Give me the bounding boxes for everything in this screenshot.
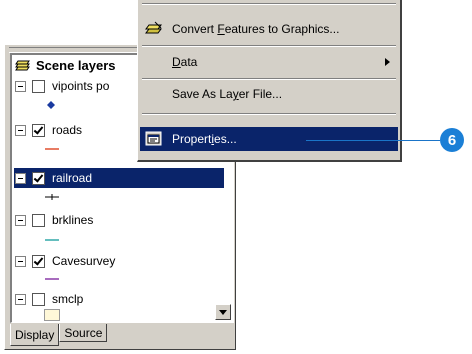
menu-separator bbox=[142, 78, 396, 80]
tab-display[interactable]: Display bbox=[10, 324, 60, 346]
menu-item-label: Data bbox=[172, 55, 198, 69]
menu-item-convert-features[interactable]: Convert Features to Graphics... bbox=[140, 17, 398, 41]
submenu-arrow-icon bbox=[385, 58, 390, 66]
layer-context-menu: Convert Features to Graphics... Data Sav… bbox=[137, 0, 402, 162]
scene-layers-group[interactable]: Scene layers bbox=[15, 56, 116, 74]
tab-source[interactable]: Source bbox=[59, 324, 108, 342]
collapse-toggle[interactable] bbox=[15, 214, 26, 226]
layer-visibility-checkbox[interactable] bbox=[32, 171, 45, 185]
layer-label: railroad bbox=[50, 170, 95, 186]
properties-icon bbox=[145, 131, 162, 146]
layer-label: brklines bbox=[52, 213, 94, 227]
menu-item-save-layer-file[interactable]: Save As Layer File... bbox=[140, 82, 398, 106]
fill-symbol-icon bbox=[44, 309, 60, 321]
layer-visibility-checkbox[interactable] bbox=[32, 292, 45, 306]
layer-label: vipoints po bbox=[52, 79, 110, 93]
layer-visibility-checkbox[interactable] bbox=[32, 254, 45, 268]
layer-label: roads bbox=[52, 123, 83, 137]
layer-label: smclp bbox=[52, 292, 84, 306]
layer-row-roads[interactable]: roads bbox=[15, 121, 82, 139]
menu-item-label: Properties... bbox=[172, 132, 237, 146]
point-symbol-icon bbox=[47, 101, 55, 109]
layer-row-brklines[interactable]: brklines bbox=[15, 211, 93, 229]
layer-visibility-checkbox[interactable] bbox=[32, 79, 45, 93]
menu-separator bbox=[142, 45, 396, 47]
layer-row-railroad[interactable]: railroad bbox=[15, 169, 95, 187]
scroll-down-button[interactable] bbox=[215, 304, 231, 320]
layer-visibility-checkbox[interactable] bbox=[32, 123, 45, 137]
scene-layers-icon bbox=[15, 60, 30, 71]
collapse-toggle[interactable] bbox=[15, 293, 26, 305]
menu-item-data[interactable]: Data bbox=[140, 50, 398, 74]
layer-label: Cavesurvey bbox=[52, 254, 116, 268]
collapse-toggle[interactable] bbox=[15, 172, 26, 184]
step-callout-badge: 6 bbox=[440, 128, 464, 152]
collapse-toggle[interactable] bbox=[15, 255, 26, 267]
toc-tab-strip: Display Source bbox=[10, 324, 108, 346]
layer-row-cavesurvey[interactable]: Cavesurvey bbox=[15, 252, 115, 270]
line-symbol-icon bbox=[45, 239, 59, 241]
layer-row-smclp[interactable]: smclp bbox=[15, 290, 83, 308]
layer-row-vipoints[interactable]: vipoints po bbox=[15, 77, 109, 95]
callout-line bbox=[306, 140, 440, 141]
chevron-down-icon bbox=[219, 309, 227, 315]
line-symbol-icon bbox=[45, 148, 59, 150]
menu-separator bbox=[142, 3, 396, 5]
convert-graphics-icon bbox=[145, 21, 162, 34]
railroad-symbol-icon bbox=[45, 194, 59, 200]
menu-item-label: Convert Features to Graphics... bbox=[172, 22, 340, 36]
collapse-toggle[interactable] bbox=[15, 80, 26, 92]
menu-separator bbox=[142, 113, 396, 115]
layer-visibility-checkbox[interactable] bbox=[32, 213, 45, 227]
collapse-toggle[interactable] bbox=[15, 124, 26, 136]
menu-item-label: Save As Layer File... bbox=[172, 87, 283, 101]
line-symbol-icon bbox=[45, 278, 59, 280]
scene-layers-label: Scene layers bbox=[36, 57, 116, 73]
menu-item-properties[interactable]: Properties... bbox=[140, 127, 398, 151]
